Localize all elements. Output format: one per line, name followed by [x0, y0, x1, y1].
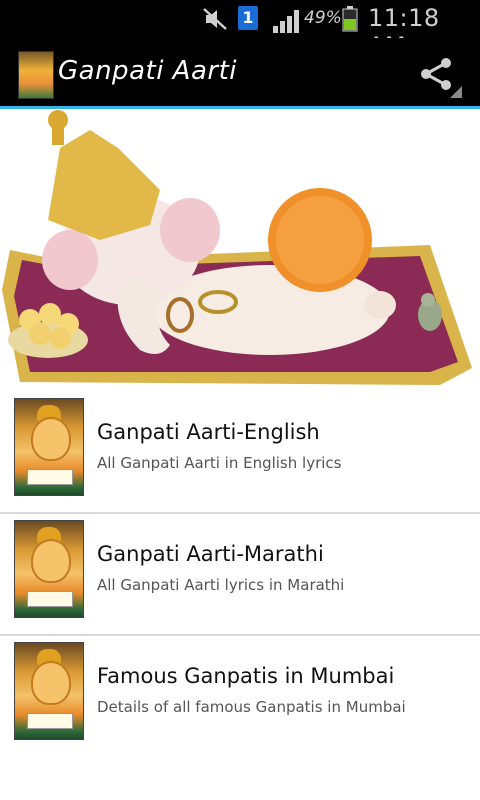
share-icon[interactable] [414, 52, 464, 100]
battery-icon [342, 6, 358, 32]
list-item[interactable]: Ganpati Aarti-English All Ganpati Aarti … [0, 392, 480, 514]
ganesha-thumbnail-icon [14, 642, 84, 740]
signal-icon [273, 10, 299, 33]
mute-icon [203, 8, 227, 30]
notification-badge-icon: 1 [238, 6, 258, 30]
item-title: Famous Ganpatis in Mumbai [97, 664, 395, 688]
app-logo-icon[interactable] [18, 51, 54, 99]
item-title: Ganpati Aarti-English [97, 420, 320, 444]
item-subtitle: Details of all famous Ganpatis in Mumbai [97, 698, 406, 716]
battery-percent: 49% [304, 8, 342, 28]
ganesha-thumbnail-icon [14, 398, 84, 496]
notification-count: 1 [242, 8, 254, 27]
ganesha-thumbnail-icon [14, 520, 84, 618]
app-title: Ganpati Aarti [58, 56, 238, 86]
hero-ganesha-image [0, 110, 480, 392]
action-bar-divider [0, 106, 480, 109]
item-subtitle: All Ganpati Aarti lyrics in Marathi [97, 576, 345, 594]
list-item[interactable]: Famous Ganpatis in Mumbai Details of all… [0, 636, 480, 756]
item-subtitle: All Ganpati Aarti in English lyrics [97, 454, 342, 472]
menu-list: Ganpati Aarti-English All Ganpati Aarti … [0, 392, 480, 756]
item-title: Ganpati Aarti-Marathi [97, 542, 324, 566]
status-bar: 1 49% 11:18 AM [0, 0, 480, 60]
list-item[interactable]: Ganpati Aarti-Marathi All Ganpati Aarti … [0, 514, 480, 636]
